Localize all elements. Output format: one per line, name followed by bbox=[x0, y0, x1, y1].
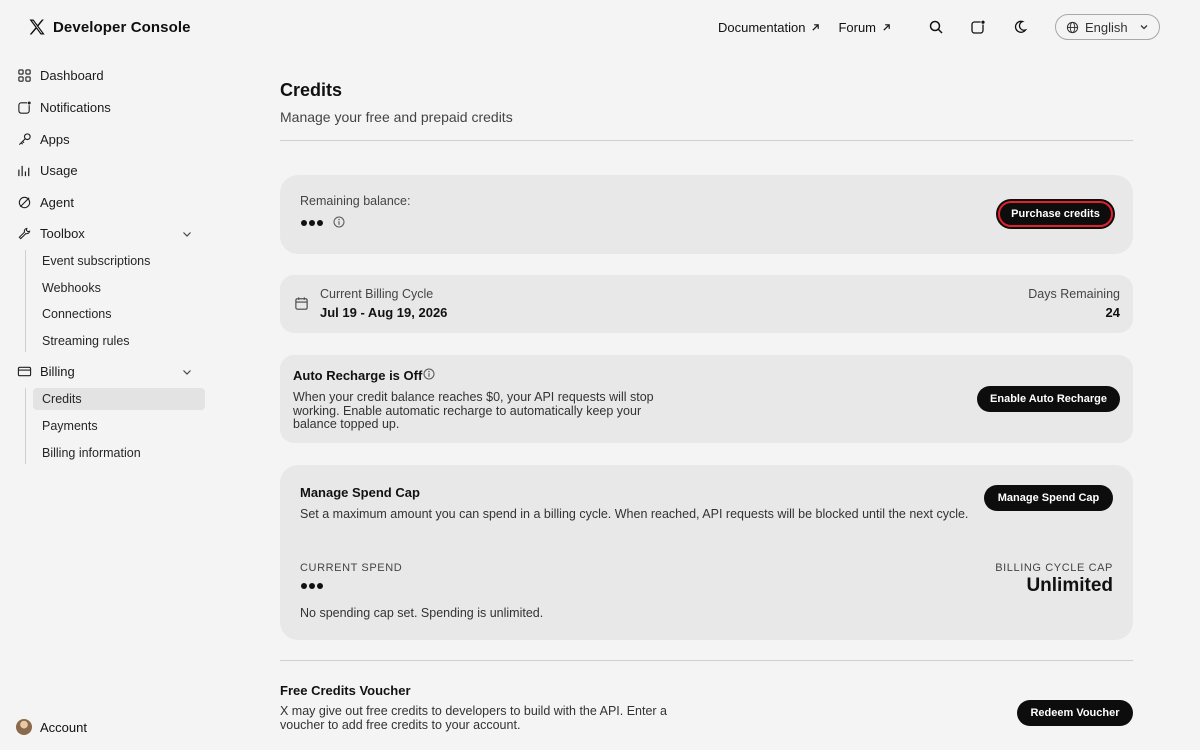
chevron-down-icon bbox=[1140, 25, 1148, 30]
voucher-description: X may give out free credits to developer… bbox=[280, 704, 668, 732]
current-spend-hidden-value bbox=[301, 583, 323, 589]
billing-cycle-range: Jul 19 - Aug 19, 2026 bbox=[320, 305, 448, 320]
info-icon[interactable] bbox=[423, 368, 435, 380]
spend-cap-note: No spending cap set. Spending is unlimit… bbox=[300, 606, 544, 620]
billing-cycle-cap-value: Unlimited bbox=[1026, 575, 1113, 596]
moon-icon bbox=[1014, 20, 1028, 33]
divider bbox=[280, 660, 1133, 661]
billing-cycle-cap-label: BILLING CYCLE CAP bbox=[995, 562, 1113, 574]
purchase-credits-button[interactable]: Purchase credits bbox=[998, 201, 1113, 227]
balance-card: Remaining balance: Purchase credits bbox=[280, 175, 1133, 254]
billing-rail bbox=[25, 388, 26, 464]
sidebar-item-label: Usage bbox=[40, 162, 78, 178]
sidebar-item-label: Dashboard bbox=[40, 67, 104, 83]
language-select[interactable]: English bbox=[1055, 14, 1160, 40]
avatar bbox=[16, 719, 32, 735]
forum-link[interactable]: Forum bbox=[838, 20, 891, 35]
account-label: Account bbox=[40, 719, 87, 735]
divider bbox=[280, 140, 1133, 141]
voucher-title: Free Credits Voucher bbox=[280, 683, 411, 698]
balance-label: Remaining balance: bbox=[300, 194, 411, 208]
wrench-icon bbox=[16, 225, 32, 241]
notification-icon bbox=[971, 19, 986, 34]
x-logo-icon bbox=[29, 19, 45, 35]
days-remaining-value: 24 bbox=[1105, 305, 1120, 320]
enable-auto-recharge-button[interactable]: Enable Auto Recharge bbox=[977, 386, 1120, 412]
chevron-down-icon[interactable] bbox=[181, 366, 193, 378]
sidebar: Dashboard Notifications Apps Usage Agent… bbox=[0, 60, 215, 750]
sidebar-item-toolbox[interactable]: Toolbox bbox=[16, 222, 85, 244]
sidebar-subitem-connections[interactable]: Connections bbox=[33, 303, 205, 325]
sidebar-subitem-event-subscriptions[interactable]: Event subscriptions bbox=[33, 250, 205, 272]
search-icon bbox=[929, 20, 943, 34]
app-title: Developer Console bbox=[53, 18, 191, 36]
theme-toggle-button[interactable] bbox=[1005, 12, 1035, 42]
credit-card-icon bbox=[16, 363, 32, 379]
balance-hidden-value bbox=[301, 220, 323, 226]
agent-icon bbox=[16, 194, 32, 210]
auto-recharge-title: Auto Recharge is Off bbox=[293, 368, 423, 383]
sidebar-item-apps[interactable]: Apps bbox=[16, 128, 70, 150]
chevron-down-icon[interactable] bbox=[181, 228, 193, 240]
account-menu[interactable]: Account bbox=[16, 719, 87, 735]
days-remaining-label: Days Remaining bbox=[1028, 287, 1120, 301]
notifications-button[interactable] bbox=[963, 12, 993, 42]
documentation-label: Documentation bbox=[717, 19, 806, 35]
sidebar-subitem-payments[interactable]: Payments bbox=[33, 415, 205, 437]
documentation-link[interactable]: Documentation bbox=[718, 20, 820, 35]
sidebar-item-label: Billing bbox=[40, 363, 75, 379]
forum-label: Forum bbox=[838, 19, 876, 35]
sidebar-item-label: Agent bbox=[40, 194, 74, 210]
billing-cycle-card: Current Billing Cycle Jul 19 - Aug 19, 2… bbox=[280, 275, 1133, 333]
sidebar-item-dashboard[interactable]: Dashboard bbox=[16, 64, 104, 86]
spend-cap-description: Set a maximum amount you can spend in a … bbox=[300, 507, 969, 521]
info-icon[interactable] bbox=[333, 216, 345, 228]
sidebar-item-notifications[interactable]: Notifications bbox=[16, 96, 111, 118]
manage-spend-cap-button[interactable]: Manage Spend Cap bbox=[984, 485, 1113, 511]
sidebar-subitem-billing-information[interactable]: Billing information bbox=[33, 442, 205, 464]
external-link-icon bbox=[883, 23, 890, 31]
key-icon bbox=[16, 131, 32, 147]
top-navigation: Documentation Forum English bbox=[718, 0, 1160, 54]
current-spend-label: CURRENT SPEND bbox=[300, 562, 403, 574]
grid-icon bbox=[16, 67, 32, 83]
auto-recharge-description: When your credit balance reaches $0, you… bbox=[293, 390, 654, 431]
notification-icon bbox=[16, 99, 32, 115]
sidebar-subitem-credits[interactable]: Credits bbox=[33, 388, 205, 410]
external-link-icon bbox=[812, 23, 820, 31]
page-title: Credits bbox=[280, 80, 343, 100]
sidebar-subitem-webhooks[interactable]: Webhooks bbox=[33, 277, 205, 299]
sidebar-item-agent[interactable]: Agent bbox=[16, 191, 74, 213]
spend-cap-card: Manage Spend Cap Set a maximum amount yo… bbox=[280, 465, 1133, 640]
spend-cap-title: Manage Spend Cap bbox=[300, 485, 420, 500]
billing-cycle-label: Current Billing Cycle bbox=[320, 287, 434, 301]
sidebar-item-usage[interactable]: Usage bbox=[16, 159, 78, 181]
redeem-voucher-button[interactable]: Redeem Voucher bbox=[1017, 700, 1133, 726]
sidebar-item-billing[interactable]: Billing bbox=[16, 360, 75, 382]
globe-icon bbox=[1066, 21, 1079, 33]
auto-recharge-card: Auto Recharge is Off When your credit ba… bbox=[280, 355, 1133, 443]
search-button[interactable] bbox=[921, 12, 951, 42]
sidebar-item-label: Toolbox bbox=[40, 225, 85, 241]
brand[interactable]: Developer Console bbox=[27, 17, 191, 37]
sidebar-subitem-streaming-rules[interactable]: Streaming rules bbox=[33, 330, 205, 352]
page-subtitle: Manage your free and prepaid credits bbox=[280, 109, 513, 125]
language-value: English bbox=[1085, 19, 1128, 35]
sidebar-item-label: Apps bbox=[40, 131, 70, 147]
toolbox-rail bbox=[25, 250, 26, 352]
bar-chart-icon bbox=[16, 162, 32, 178]
sidebar-item-label: Notifications bbox=[40, 99, 111, 115]
calendar-icon bbox=[295, 297, 308, 310]
